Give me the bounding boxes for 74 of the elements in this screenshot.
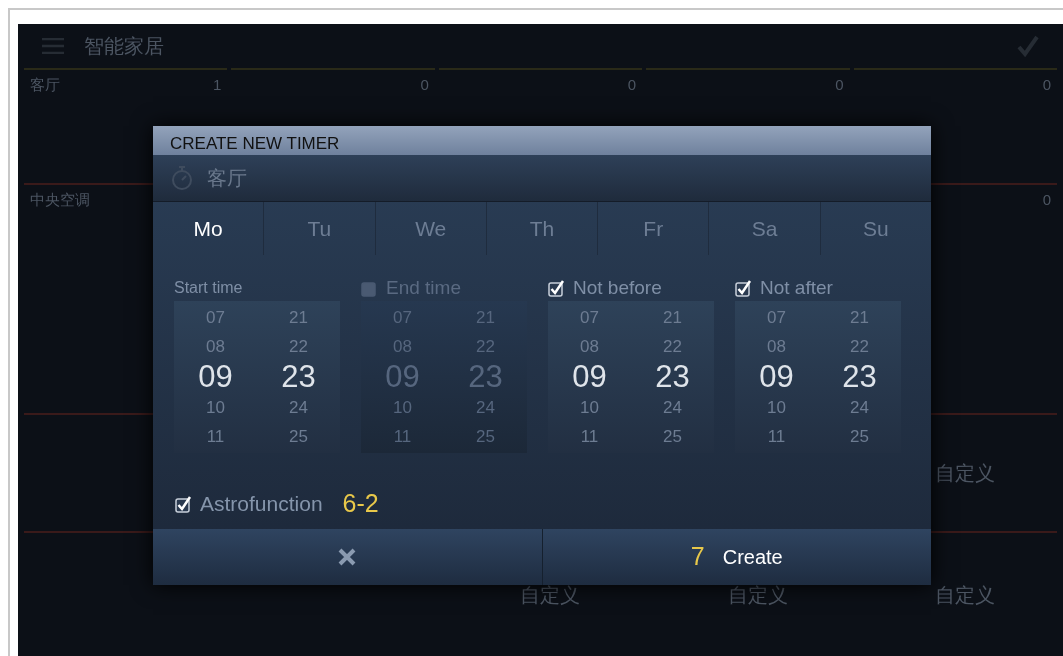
close-icon (337, 547, 358, 567)
time-value[interactable]: 09 (385, 361, 420, 393)
time-value[interactable]: 11 (206, 422, 225, 451)
time-value[interactable]: 09 (759, 361, 794, 393)
check-icon[interactable] (1017, 35, 1039, 57)
time-value[interactable]: 11 (767, 422, 786, 451)
picker-label: Not before (573, 275, 662, 300)
callout-number: 6-2 (342, 488, 379, 520)
time-value[interactable]: 24 (850, 393, 869, 422)
time-value[interactable]: 23 (842, 361, 877, 393)
cancel-button[interactable] (153, 529, 542, 585)
tile-count: 0 (1042, 75, 1051, 95)
time-value[interactable]: 22 (663, 332, 682, 361)
time-value[interactable]: 25 (850, 422, 869, 451)
tile-label: 自定义 (727, 582, 788, 608)
checkbox[interactable] (175, 495, 192, 513)
time-value[interactable]: 24 (663, 393, 682, 422)
time-value[interactable]: 25 (289, 422, 308, 451)
time-value[interactable]: 23 (468, 361, 503, 393)
tile-label: 自定义 (935, 582, 996, 608)
tile-label: 客厅 (30, 75, 60, 95)
time-value[interactable]: 07 (206, 303, 225, 332)
day-tab[interactable]: Sa (709, 202, 821, 255)
time-value[interactable]: 09 (572, 361, 607, 393)
time-value[interactable]: 10 (206, 393, 225, 422)
time-value[interactable]: 25 (663, 422, 682, 451)
time-value[interactable]: 21 (289, 303, 308, 332)
create-button[interactable]: 7 Create (541, 529, 931, 585)
day-tab[interactable]: Fr (598, 202, 710, 255)
tile-label: 自定义 (935, 461, 996, 486)
tile-count: 0 (420, 75, 429, 95)
time-value[interactable]: 22 (289, 332, 308, 361)
time-value[interactable]: 25 (476, 422, 495, 451)
checkbox[interactable] (735, 279, 752, 297)
time-value[interactable]: 24 (289, 393, 308, 422)
time-value[interactable]: 08 (206, 332, 225, 361)
room-name: 客厅 (207, 166, 247, 191)
time-value[interactable]: 10 (393, 393, 412, 422)
checkbox[interactable] (548, 279, 565, 297)
day-tab[interactable]: Mo (153, 202, 265, 255)
time-value[interactable]: 21 (850, 303, 869, 332)
time-value[interactable]: 10 (580, 393, 599, 422)
stopwatch-icon (171, 165, 193, 191)
time-value[interactable]: 11 (393, 422, 412, 451)
tile-label: 中央空调 (30, 190, 90, 210)
picker-label: Start time (174, 278, 243, 298)
time-value[interactable]: 07 (580, 303, 599, 332)
time-value[interactable]: 08 (767, 332, 786, 361)
time-value[interactable]: 11 (580, 422, 599, 451)
menu-icon[interactable] (42, 38, 64, 54)
checkbox-label: Astrofunction (200, 491, 323, 518)
dialog-title: CREATE NEW TIMER (153, 126, 931, 155)
day-tab[interactable]: Tu (264, 202, 376, 255)
time-value[interactable]: 09 (198, 361, 233, 393)
day-tab[interactable]: Su (820, 202, 931, 255)
time-value[interactable]: 24 (476, 393, 495, 422)
time-value[interactable]: 08 (580, 332, 599, 361)
tile-count: 0 (627, 75, 637, 95)
time-value[interactable]: 22 (850, 332, 869, 361)
callout-number: 7 (690, 541, 705, 573)
tile-count: 0 (835, 75, 844, 95)
time-value[interactable]: 23 (281, 361, 316, 393)
time-value[interactable]: 07 (767, 303, 786, 332)
tile-label: 自定义 (520, 582, 581, 608)
time-value[interactable]: 10 (767, 393, 786, 422)
day-tab[interactable]: Th (486, 202, 599, 255)
time-value[interactable]: 21 (663, 303, 682, 332)
button-label: Create (722, 545, 783, 570)
time-value[interactable]: 23 (655, 361, 690, 393)
picker-label: Not after (760, 275, 833, 300)
app-title: 智能家居 (84, 34, 164, 59)
checkbox[interactable] (361, 279, 378, 297)
tile-count: 0 (1042, 190, 1051, 210)
day-tab[interactable]: We (375, 202, 487, 255)
